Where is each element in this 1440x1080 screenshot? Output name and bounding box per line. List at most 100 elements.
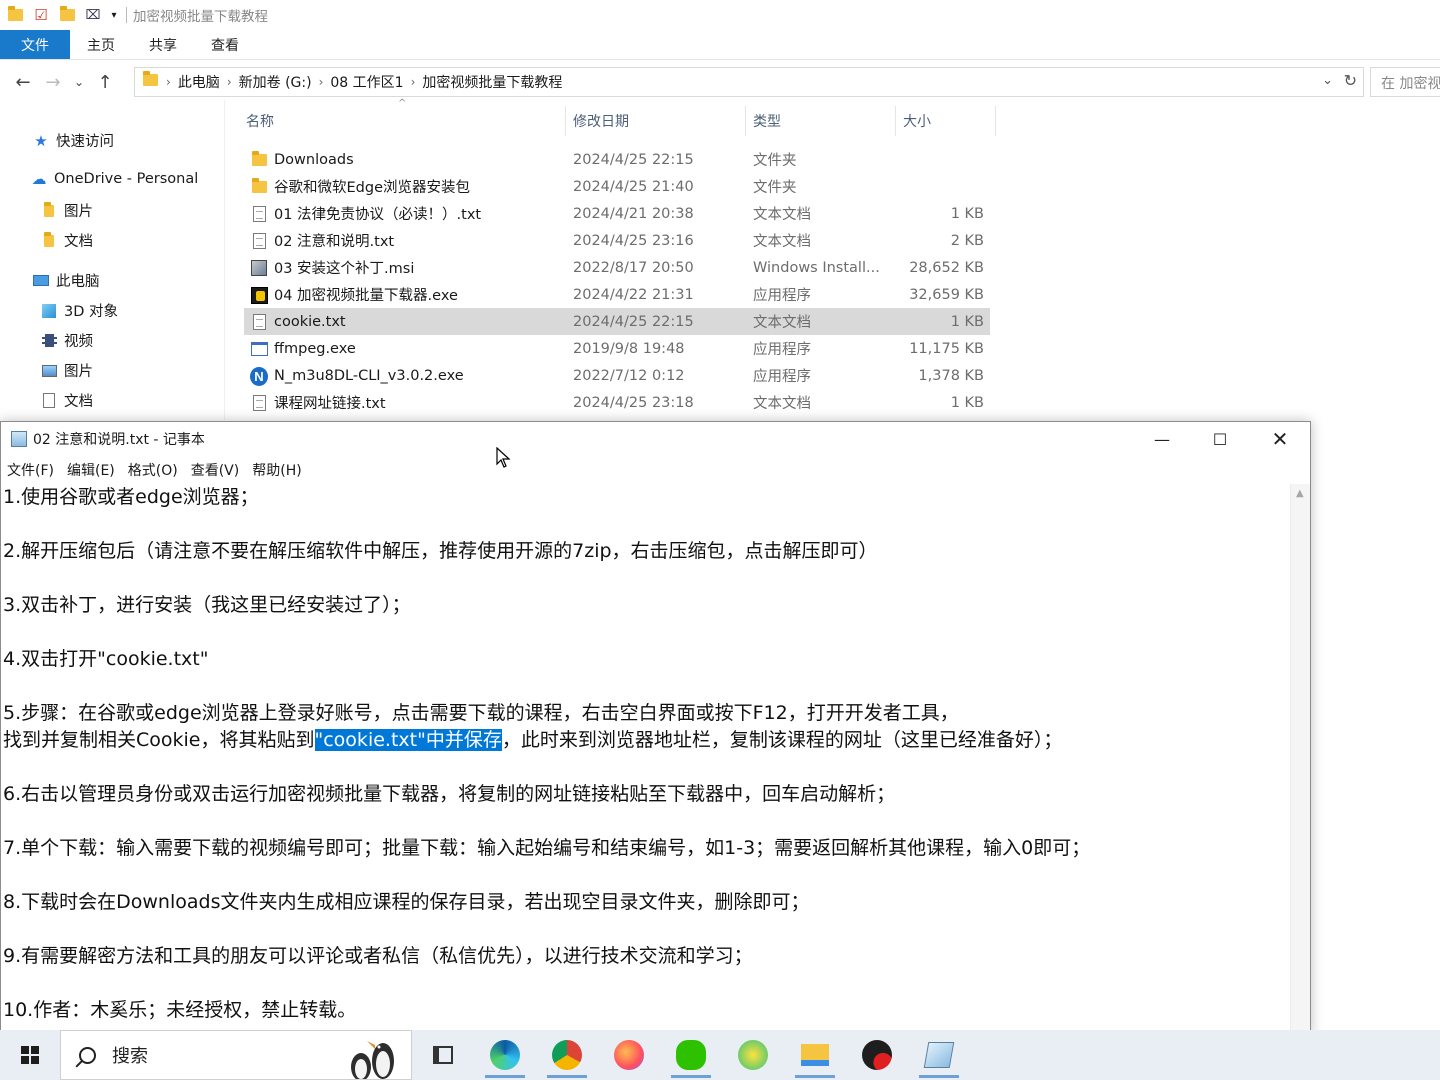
file-size: 1 KB: [950, 394, 984, 411]
column-separator[interactable]: [745, 106, 746, 136]
column-header-name[interactable]: 名称: [246, 108, 274, 134]
edge-taskbar-button[interactable]: [474, 1030, 536, 1080]
forward-arrow-icon[interactable]: →: [38, 72, 68, 93]
scroll-up-icon[interactable]: ▲: [1296, 488, 1304, 499]
tab-view[interactable]: 查看: [194, 30, 256, 59]
column-separator[interactable]: [995, 106, 996, 136]
text-line: 2.解开压缩包后（请注意不要在解压缩软件中解压，推荐使用开源的7zip，右击压缩…: [3, 540, 878, 562]
notepad-title-bar[interactable]: 02 注意和说明.txt - 记事本 — ☐ ✕: [1, 422, 1310, 456]
column-header-modified[interactable]: 修改日期: [573, 108, 629, 134]
file-modified: 2024/4/25 22:15: [573, 151, 694, 168]
menu-format[interactable]: 格式(O): [122, 460, 185, 482]
nav-onedrive[interactable]: ☁ OneDrive - Personal: [28, 170, 199, 188]
start-button[interactable]: [0, 1030, 60, 1080]
nav-this-pc[interactable]: 此电脑: [30, 270, 100, 291]
column-separator[interactable]: [565, 106, 566, 136]
file-type: 文件夹: [753, 180, 797, 196]
chevron-right-icon[interactable]: ›: [227, 75, 232, 89]
pane-divider: [224, 100, 225, 420]
file-modified: 2022/8/17 20:50: [573, 259, 694, 276]
file-row[interactable]: 谷歌和微软Edge浏览器安装包 2024/4/25 21:40 文件夹: [244, 173, 990, 200]
folder-icon: [250, 151, 268, 169]
column-header-size[interactable]: 大小: [903, 108, 931, 134]
breadcrumb-current-folder[interactable]: 加密视频批量下载教程: [422, 72, 562, 92]
address-dropdown-icon[interactable]: ⌄: [1322, 73, 1333, 88]
quick-access-toolbar: ☑ ⌧ ▾ 加密视频批量下载教程: [0, 0, 1440, 30]
back-arrow-icon[interactable]: ←: [8, 72, 38, 93]
search-input[interactable]: 在 加密视: [1370, 67, 1440, 97]
task-view-button[interactable]: [412, 1030, 474, 1080]
menu-file[interactable]: 文件(F): [1, 460, 61, 482]
menu-help[interactable]: 帮助(H): [246, 460, 308, 482]
nav-label: 视频: [64, 334, 93, 350]
cube-icon: [38, 303, 60, 318]
chrome-taskbar-button[interactable]: [536, 1030, 598, 1080]
column-header-type[interactable]: 类型: [753, 108, 781, 134]
rename-icon[interactable]: ⌧: [82, 4, 104, 26]
tab-home[interactable]: 主页: [70, 30, 132, 59]
file-row[interactable]: ffmpeg.exe 2019/9/8 19:48 应用程序 11,175 KB: [244, 335, 990, 362]
taskbar-search[interactable]: 搜索: [60, 1030, 412, 1080]
nav-label: 文档: [64, 234, 93, 250]
recent-locations-chevron-icon[interactable]: ⌄: [68, 75, 90, 89]
minimize-button[interactable]: —: [1133, 422, 1191, 456]
vertical-scrollbar[interactable]: ▲: [1290, 484, 1310, 1037]
file-row[interactable]: 02 注意和说明.txt 2024/4/25 23:16 文本文档 2 KB: [244, 227, 990, 254]
nav-pictures[interactable]: 图片: [38, 360, 93, 381]
column-separator[interactable]: [895, 106, 896, 136]
nav-onedrive-pictures[interactable]: 图片: [38, 200, 93, 221]
record-app-taskbar-button[interactable]: [846, 1030, 908, 1080]
chevron-right-icon[interactable]: ›: [411, 75, 416, 89]
music-taskbar-button[interactable]: [722, 1030, 784, 1080]
nav-onedrive-documents[interactable]: 文档: [38, 230, 93, 251]
chevron-right-icon[interactable]: ›: [319, 75, 324, 89]
file-modified: 2024/4/21 20:38: [573, 205, 694, 222]
close-button[interactable]: ✕: [1251, 422, 1309, 456]
notepad-taskbar-button[interactable]: [908, 1030, 970, 1080]
chevron-right-icon[interactable]: ›: [166, 75, 171, 89]
text-line: 3.双击补丁，进行安装（我这里已经安装过了）；: [3, 594, 411, 616]
folder-icon: [250, 178, 268, 196]
customize-dropdown-icon[interactable]: ▾: [108, 4, 120, 26]
star-icon: ★: [34, 131, 48, 150]
wechat-taskbar-button[interactable]: [660, 1030, 722, 1080]
breadcrumb-this-pc[interactable]: 此电脑: [178, 72, 220, 92]
file-row-selected[interactable]: cookie.txt 2024/4/25 22:15 文本文档 1 KB: [244, 308, 990, 335]
address-bar[interactable]: › 此电脑 › 新加卷 (G:) › 08 工作区1 › 加密视频批量下载教程 …: [134, 67, 1364, 97]
file-size: 1,378 KB: [918, 367, 984, 384]
file-explorer-taskbar-button[interactable]: [784, 1030, 846, 1080]
nav-label: 文档: [64, 394, 93, 410]
notepad-icon: [11, 431, 27, 447]
notepad-text-area[interactable]: 1.使用谷歌或者edge浏览器； 2.解开压缩包后（请注意不要在解压缩软件中解压…: [1, 484, 1291, 1037]
picture-icon: [38, 364, 60, 377]
tab-share[interactable]: 共享: [132, 30, 194, 59]
firefox-taskbar-button[interactable]: [598, 1030, 660, 1080]
text-line: 9.有需要解密方法和工具的朋友可以评论或者私信（私信优先），以进行技术交流和学习…: [3, 945, 753, 967]
refresh-icon[interactable]: ↻: [1344, 71, 1357, 90]
nav-documents[interactable]: 文档: [38, 390, 93, 411]
file-row[interactable]: 01 法律免责协议（必读！）.txt 2024/4/21 20:38 文本文档 …: [244, 200, 990, 227]
tab-file[interactable]: 文件: [0, 30, 70, 59]
maximize-button[interactable]: ☐: [1191, 422, 1249, 456]
text-file-icon: [250, 313, 268, 331]
file-row[interactable]: 03 安装这个补丁.msi 2022/8/17 20:50 Windows In…: [244, 254, 990, 281]
file-row[interactable]: N N_m3u8DL-CLI_v3.0.2.exe 2022/7/12 0:12…: [244, 362, 990, 389]
folder-icon: [38, 201, 60, 217]
file-row[interactable]: Downloads 2024/4/25 22:15 文件夹: [244, 146, 990, 173]
new-folder-icon[interactable]: [56, 4, 78, 26]
nav-3d-objects[interactable]: 3D 对象: [38, 300, 118, 321]
nav-videos[interactable]: 视频: [38, 330, 93, 351]
properties-icon[interactable]: ☑: [30, 4, 52, 26]
breadcrumb-drive-g[interactable]: 新加卷 (G:): [239, 72, 312, 92]
file-row[interactable]: 04 加密视频批量下载器.exe 2024/4/22 21:31 应用程序 32…: [244, 281, 990, 308]
menu-view[interactable]: 查看(V): [185, 460, 247, 482]
menu-edit[interactable]: 编辑(E): [61, 460, 122, 482]
file-type: 文本文档: [753, 315, 811, 331]
breadcrumb-workspace[interactable]: 08 工作区1: [330, 72, 403, 92]
taskbar: 搜索: [0, 1030, 1440, 1080]
up-arrow-icon[interactable]: ↑: [90, 72, 120, 93]
nav-quick-access[interactable]: ★ 快速访问: [30, 130, 114, 151]
nav-label: 图片: [64, 204, 93, 220]
file-row[interactable]: 课程网址链接.txt 2024/4/25 23:18 文本文档 1 KB: [244, 389, 990, 416]
nav-label: 图片: [64, 364, 93, 380]
